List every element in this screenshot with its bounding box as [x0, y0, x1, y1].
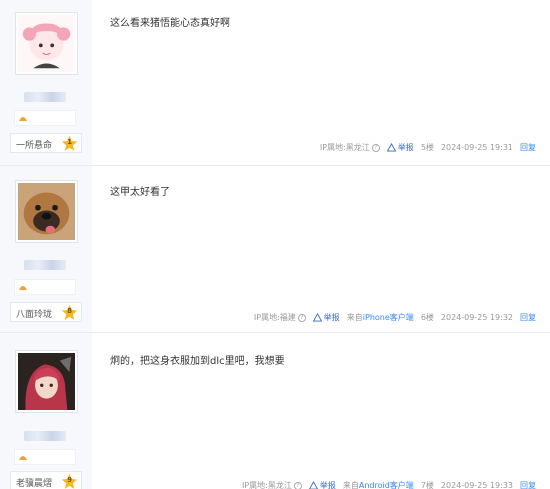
ip-location: IP属地:福建 [253, 313, 296, 322]
ip-location: IP属地:黑龙江 [241, 481, 292, 489]
client-link[interactable]: iPhone客户端 [363, 313, 414, 322]
report-link[interactable]: 举报 [312, 312, 340, 323]
ip-location: IP属地:黑龙江 [319, 143, 370, 152]
user-sidebar: 八面玲珑 8 [0, 166, 92, 332]
avatar-anime-pink-girl-icon [18, 15, 75, 72]
reply-link[interactable]: 回复 [520, 312, 536, 323]
avatar[interactable] [15, 350, 78, 413]
warning-icon [308, 481, 318, 489]
badge-icon [19, 286, 27, 290]
level-name: 一所悬命 [16, 141, 53, 151]
client-source: 来自iPhone客户端 [346, 313, 414, 322]
user-badge [14, 279, 76, 295]
report-link[interactable]: 举报 [386, 142, 414, 153]
level-name: 老骥晨熠 [16, 479, 53, 489]
user-sidebar: 老骥晨熠 9 [0, 333, 92, 489]
badge-icon [19, 456, 27, 460]
level-number: 8 [67, 307, 72, 315]
floor-number: 5楼 [420, 143, 434, 152]
help-icon[interactable]: ? [293, 481, 302, 489]
level-badge[interactable]: 老骥晨熠 9 [10, 471, 82, 489]
level-number: 1 [67, 138, 72, 146]
user-badge [14, 110, 76, 126]
warning-icon [312, 313, 322, 322]
avatar-anime-redhair-icon [18, 353, 75, 410]
client-link[interactable]: Android客户端 [359, 481, 414, 489]
post-time: 2024-09-25 19:32 [440, 313, 513, 322]
level-badge[interactable]: 一所悬命 1 [10, 133, 82, 153]
post-content: 炯的，把这身衣服加到dlc里吧，我想要 [110, 356, 285, 367]
post-content: 这甲太好看了 [110, 187, 170, 198]
help-icon[interactable]: ? [297, 313, 306, 322]
client-source: 来自Android客户端 [342, 481, 414, 489]
help-icon[interactable]: ? [371, 143, 380, 152]
warning-icon [386, 143, 396, 152]
user-badge [14, 449, 76, 465]
post-floor-7: 老骥晨熠 9 炯的，把这身衣服加到dlc里吧，我想要 IP属地:黑龙江? 举报 … [0, 333, 550, 489]
floor-number: 7楼 [420, 481, 434, 489]
user-sidebar: 一所悬命 1 [0, 0, 92, 165]
level-badge[interactable]: 八面玲珑 8 [10, 302, 82, 322]
badge-icon [19, 117, 27, 121]
username-blurred[interactable] [24, 431, 66, 441]
post-floor-6: 八面玲珑 8 这甲太好看了 IP属地:福建? 举报 来自iPhone客户端 6楼… [0, 166, 550, 333]
post-time: 2024-09-25 19:33 [440, 481, 513, 489]
username-blurred[interactable] [24, 92, 66, 102]
avatar[interactable] [15, 180, 78, 243]
post-meta: IP属地:黑龙江? 举报 来自Android客户端 7楼 2024-09-25 … [235, 480, 536, 489]
post-content: 这么看来猪悟能心态真好啊 [110, 18, 230, 29]
post-floor-5: 一所悬命 1 这么看来猪悟能心态真好啊 IP属地:黑龙江? 举报 5楼 2024… [0, 0, 550, 166]
report-link[interactable]: 举报 [308, 480, 336, 489]
level-name: 八面玲珑 [16, 310, 53, 320]
post-time: 2024-09-25 19:31 [440, 143, 513, 152]
reply-link[interactable]: 回复 [520, 480, 536, 489]
level-number: 9 [67, 476, 72, 484]
avatar[interactable] [15, 12, 78, 75]
avatar-dog-photo-icon [18, 183, 75, 240]
post-meta: IP属地:黑龙江? 举报 5楼 2024-09-25 19:31 回复 [313, 142, 536, 153]
username-blurred[interactable] [24, 260, 66, 270]
post-meta: IP属地:福建? 举报 来自iPhone客户端 6楼 2024-09-25 19… [247, 312, 536, 323]
floor-number: 6楼 [420, 313, 434, 322]
reply-link[interactable]: 回复 [520, 142, 536, 153]
